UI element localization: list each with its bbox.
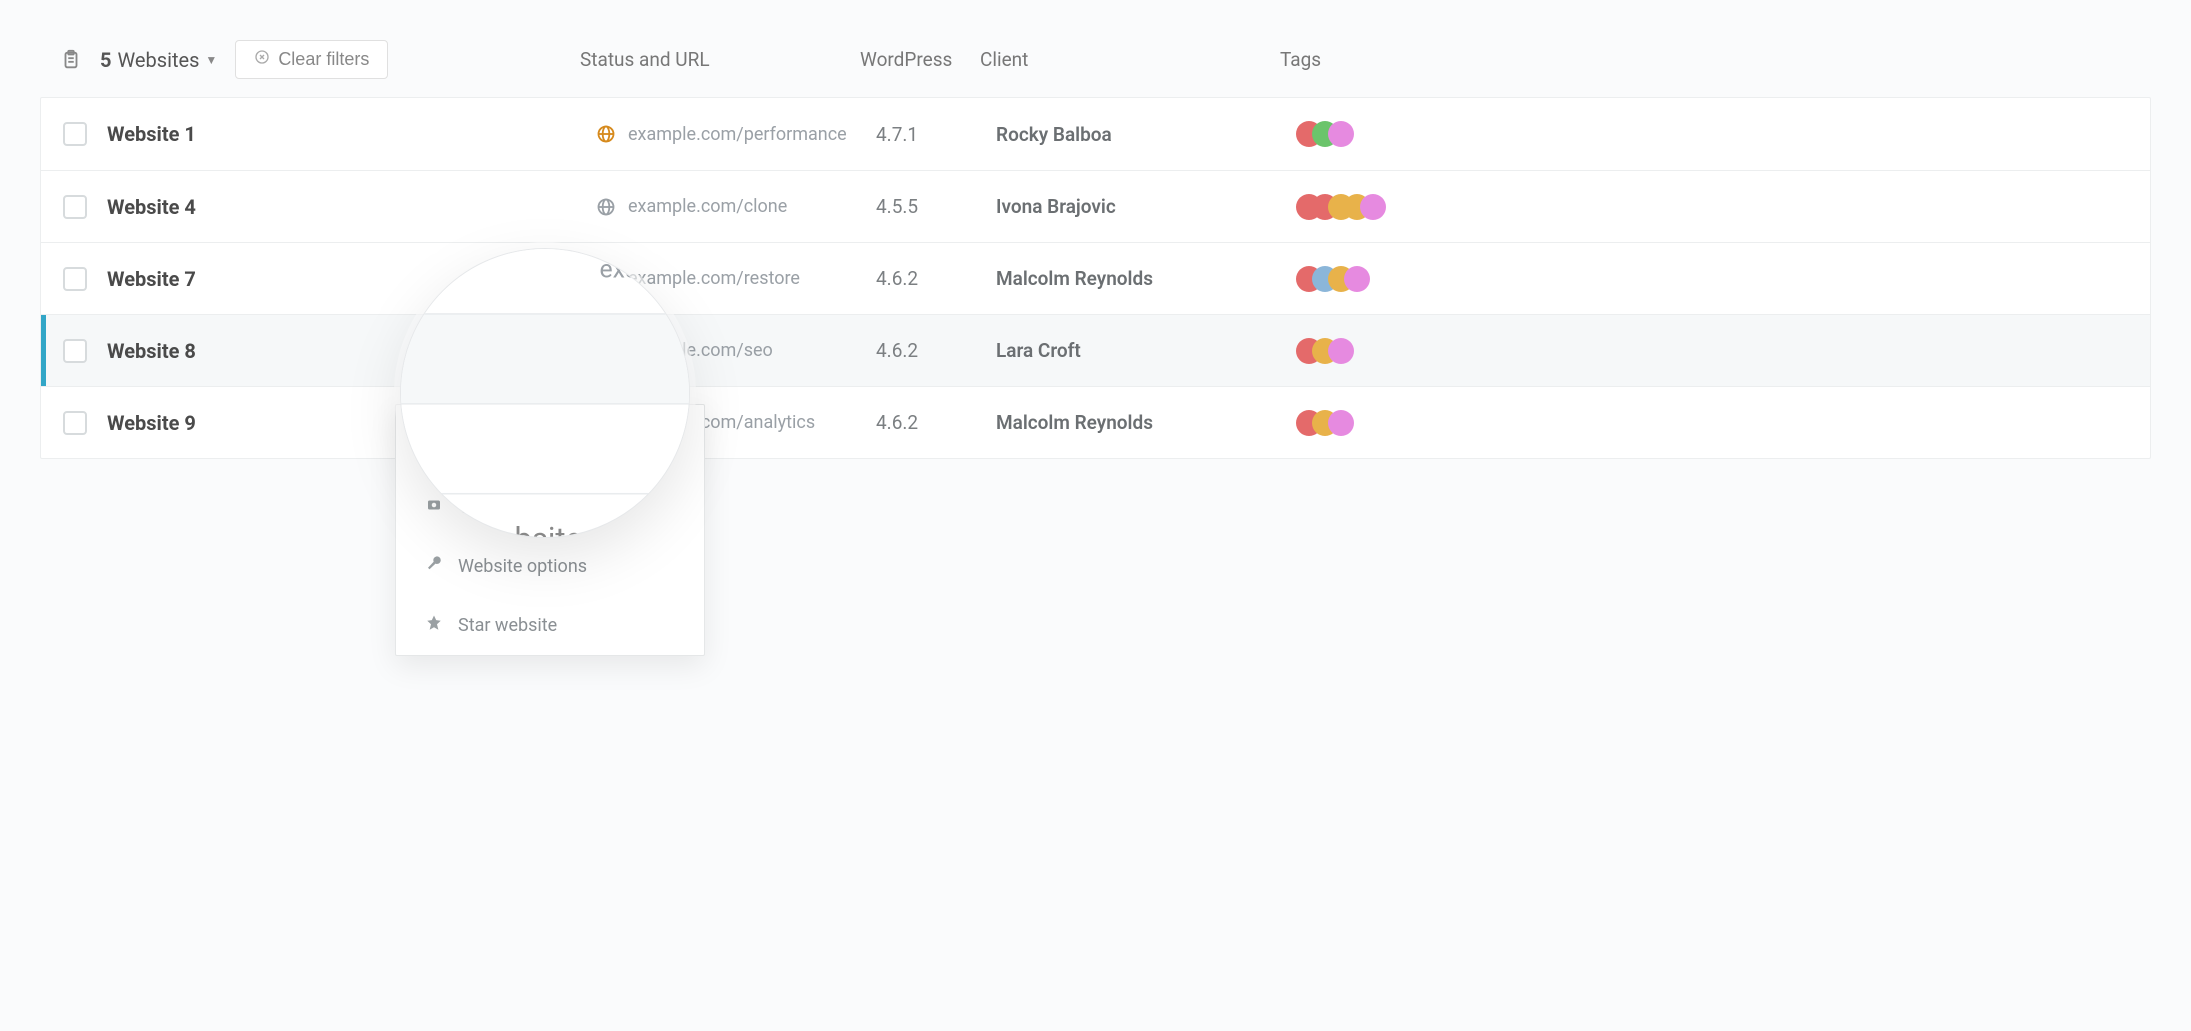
cell-wordpress-version: 4.6.2	[876, 339, 996, 362]
wrench-icon	[424, 555, 444, 578]
clear-filters-label: Clear filters	[278, 49, 369, 70]
cell-tags	[1296, 121, 2150, 147]
zoom-row-lower: …om/analytics	[400, 403, 690, 493]
table-row[interactable]: Website 1 example.com/performance 4.7.1Roc…	[41, 98, 2150, 170]
row-checkbox[interactable]	[63, 195, 87, 219]
cell-tags	[1296, 410, 2150, 436]
cell-status: example.com/performance	[596, 124, 876, 145]
clipboard-icon	[60, 49, 82, 71]
cell-wordpress-version: 4.6.2	[876, 411, 996, 434]
websites-table: Website 1 example.com/performance 4.7.1Roc…	[40, 97, 2151, 459]
column-header-tags: Tags	[1280, 48, 2151, 71]
column-header-client: Client	[980, 48, 1280, 71]
tag-dot[interactable]	[1328, 338, 1354, 364]
menu-website-options-label: Website options	[458, 556, 587, 577]
cell-tags	[1296, 266, 2150, 292]
cell-client: Ivona Brajovic	[996, 195, 1296, 218]
globe-icon	[596, 197, 616, 217]
cell-tags	[1296, 194, 2150, 220]
website-count: 5	[100, 48, 111, 72]
website-count-label: Websites	[117, 48, 199, 72]
cell-wordpress-version: 4.7.1	[876, 123, 996, 146]
table-header: 5 Websites ▼ Clear filters Status and UR…	[40, 40, 2151, 79]
tag-dot[interactable]	[1328, 410, 1354, 436]
menu-star-website[interactable]: Star website	[396, 596, 704, 655]
column-header-wordpress: WordPress	[860, 48, 980, 71]
close-circle-icon	[254, 49, 270, 70]
zoom-menu-label: Open website dashb…	[400, 493, 690, 538]
row-checkbox[interactable]	[63, 122, 87, 146]
cell-name: Website 1	[41, 122, 596, 146]
cell-client: Rocky Balboa	[996, 123, 1296, 146]
menu-star-website-label: Star website	[458, 615, 557, 636]
site-name: Website 1	[107, 122, 196, 146]
site-name: Website 7	[107, 267, 196, 291]
site-url[interactable]: example.com/performance	[628, 124, 847, 145]
tag-dot[interactable]	[1360, 194, 1386, 220]
cell-client: Lara Croft	[996, 339, 1296, 362]
zoom-upper-url: example.com/restore	[599, 254, 690, 283]
table-row[interactable]: Website 7 example.com/restore 4.6.2Malcolm…	[41, 242, 2150, 314]
site-name: Website 4	[107, 195, 196, 219]
cell-tags	[1296, 338, 2150, 364]
globe-icon	[596, 124, 616, 144]
website-count-dropdown[interactable]: 5 Websites ▼	[100, 48, 217, 72]
row-checkbox[interactable]	[63, 339, 87, 363]
caret-down-icon: ▼	[205, 53, 217, 67]
zoom-row-active: e	[400, 313, 690, 403]
star-icon	[424, 614, 444, 637]
cell-wordpress-version: 4.6.2	[876, 267, 996, 290]
row-checkbox[interactable]	[63, 411, 87, 435]
cell-client: Malcolm Reynolds	[996, 267, 1296, 290]
table-row[interactable]: Website 9example.com/analytics4.6.2Malco…	[41, 386, 2150, 458]
clear-filters-button[interactable]: Clear filters	[235, 40, 388, 79]
zoom-lens: example.com/restore e …om/analytics Open…	[400, 248, 690, 538]
zoom-lower-url: …om/analytics	[675, 434, 690, 463]
table-row[interactable]: Website 4 example.com/clone 4.5.5Ivona Bra…	[41, 170, 2150, 242]
row-checkbox[interactable]	[63, 267, 87, 291]
cell-status: example.com/clone	[596, 196, 876, 217]
cell-wordpress-version: 4.5.5	[876, 195, 996, 218]
menu-website-options[interactable]: Website options	[396, 537, 704, 596]
column-header-status: Status and URL	[580, 48, 860, 71]
tag-dot[interactable]	[1344, 266, 1370, 292]
zoom-row-upper: example.com/restore	[400, 248, 690, 313]
cell-name: Website 4	[41, 195, 596, 219]
site-url[interactable]: example.com/clone	[628, 196, 787, 217]
cell-client: Malcolm Reynolds	[996, 411, 1296, 434]
site-name: Website 8	[107, 339, 196, 363]
table-row[interactable]: Website 8example.com/seo4.6.2Lara Croft	[41, 314, 2150, 386]
tag-dot[interactable]	[1328, 121, 1354, 147]
site-name: Website 9	[107, 411, 196, 435]
